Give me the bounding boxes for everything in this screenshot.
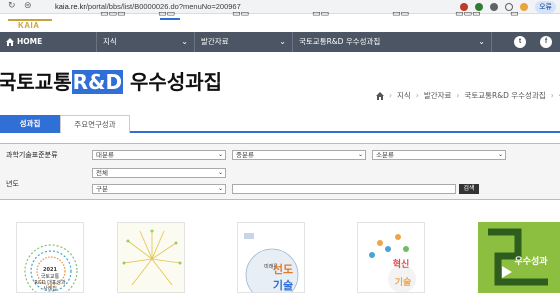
search-button[interactable]: 검색	[459, 184, 479, 194]
cover-text: 혁신	[392, 260, 410, 270]
subnav-level2-label: 발간자료	[201, 37, 229, 46]
result-thumbnail[interactable]: 혁신 기술	[357, 222, 425, 293]
major-category-select[interactable]: 대분류 ⌄	[92, 150, 226, 160]
result-thumbnail[interactable]: 우수성과	[478, 222, 560, 293]
profile-button[interactable]: 오류	[535, 1, 556, 13]
subnav-level3-label: 국토교통R&D 우수성과집	[299, 37, 381, 46]
url-host: kaia.re.kr	[55, 2, 86, 11]
chevron-down-icon: ⌄	[217, 151, 223, 158]
search-filter-panel: 과학기술표준분류 대분류 ⌄ 중분류 ⌄ 소분류 ⌄ 년도 전체 ⌄ 구분 ⌄ 검색	[0, 143, 560, 200]
breadcrumb-separator: ›	[550, 91, 554, 100]
sub-navigation: HOME 지식 ⌄ 발간자료 ⌄ 국토교통R&D 우수성과집 ⌄ t f	[0, 32, 560, 52]
select-value: 구분	[96, 185, 108, 193]
site-header: KAIA ▭▭▭ ▭▭ ▭▭ ▭▭ ▭▭ ▭▭▭ ▭	[0, 9, 560, 32]
chevron-down-icon: ⌄	[478, 37, 485, 46]
logo-text: KAIA	[18, 21, 40, 30]
chevron-down-icon: ⌄	[217, 169, 223, 176]
chevron-down-icon: ⌄	[217, 185, 223, 192]
select-value: 전체	[96, 169, 108, 177]
url-text[interactable]: kaia.re.kr/portal/bbs/list/B0000026.do?m…	[55, 2, 241, 11]
cover-text: 사례집	[43, 286, 57, 292]
breadcrumb-item[interactable]: 국토교통R&D 우수성과집	[464, 90, 545, 101]
breadcrumb: › 지식 › 발간자료 › 국토교통R&D 우수성과집 › 성	[376, 90, 560, 101]
breadcrumb-item[interactable]: 지식	[397, 90, 411, 101]
breadcrumb-item[interactable]: 발간자료	[424, 90, 452, 101]
result-thumbnail[interactable]: 2021 국토교통 R&D 대표성과 사례집	[16, 222, 84, 293]
cover-text: 기술	[394, 278, 412, 288]
subnav-level1-label: 지식	[103, 37, 117, 46]
result-thumbnail[interactable]: 미래를 선도 기술	[237, 222, 305, 293]
home-link[interactable]: HOME	[6, 37, 42, 46]
breadcrumb-separator: ›	[389, 91, 392, 100]
type-select[interactable]: 구분 ⌄	[92, 184, 226, 194]
twitter-icon[interactable]: t	[514, 36, 526, 48]
main-menu-item[interactable]: ▭▭▭	[100, 9, 126, 19]
subnav-level3-select[interactable]: 국토교통R&D 우수성과집 ⌄	[292, 32, 492, 52]
puzzle-icon[interactable]	[490, 3, 499, 11]
result-grid: 2021 국토교통 R&D 대표성과 사례집 미래를 선도 기술 혁신 기술 우…	[0, 218, 560, 293]
subnav-level2-select[interactable]: 발간자료 ⌄	[194, 32, 292, 52]
select-value: 소분류	[376, 151, 394, 159]
reload-icon[interactable]: ↻	[8, 1, 16, 11]
firework-cover-icon	[122, 229, 182, 286]
active-menu-indicator	[160, 18, 180, 20]
main-menu-item[interactable]: ▭▭	[392, 9, 409, 19]
home-icon	[6, 37, 14, 46]
breadcrumb-separator: ›	[415, 91, 419, 100]
select-value: 중분류	[236, 151, 254, 159]
main-menu-item[interactable]: ▭	[510, 9, 519, 19]
avatar[interactable]	[520, 3, 529, 11]
main-menu-item[interactable]: ▭▭	[312, 9, 329, 19]
main-menu-item[interactable]: ▭▭▭	[455, 9, 481, 19]
site-info-icon[interactable]: ⊜	[24, 1, 32, 11]
title-suffix: 우수성과집	[123, 70, 223, 94]
minor-category-select[interactable]: 소분류 ⌄	[372, 150, 506, 160]
home-icon[interactable]	[376, 91, 384, 100]
year-label: 년도	[6, 180, 19, 188]
chevron-down-icon: ⌄	[357, 151, 363, 158]
tab-performance-book[interactable]: 성과집	[0, 115, 60, 133]
subnav-level1-select[interactable]: 지식 ⌄	[96, 32, 194, 52]
title-highlight: R&D	[71, 70, 124, 94]
kaia-logo[interactable]: KAIA	[8, 16, 52, 30]
cover-text: 기술	[272, 279, 294, 292]
cover-text: 선도	[272, 263, 294, 276]
result-thumbnail[interactable]	[117, 222, 185, 293]
chevron-down-icon: ⌄	[181, 37, 188, 46]
title-prefix: 국토교통	[0, 70, 72, 94]
chevron-down-icon: ⌄	[497, 151, 503, 158]
breadcrumb-separator: ›	[456, 91, 460, 100]
main-menu-item[interactable]: ▭▭	[232, 9, 249, 19]
search-input[interactable]	[232, 184, 456, 194]
content-tabs: 성과집 주요연구성과	[0, 115, 560, 133]
chevron-down-icon: ⌄	[279, 37, 286, 46]
home-label: HOME	[17, 37, 43, 46]
tech-classification-label: 과학기술표준분류	[6, 151, 58, 159]
cover-text: 우수성과	[514, 257, 548, 267]
tab-major-research[interactable]: 주요연구성과	[60, 115, 130, 133]
facebook-icon[interactable]: f	[540, 36, 552, 48]
select-value: 대분류	[96, 151, 114, 159]
year-select[interactable]: 전체 ⌄	[92, 168, 226, 178]
page-title: 국토교통R&D 우수성과집	[0, 66, 222, 95]
middle-category-select[interactable]: 중분류 ⌄	[232, 150, 366, 160]
